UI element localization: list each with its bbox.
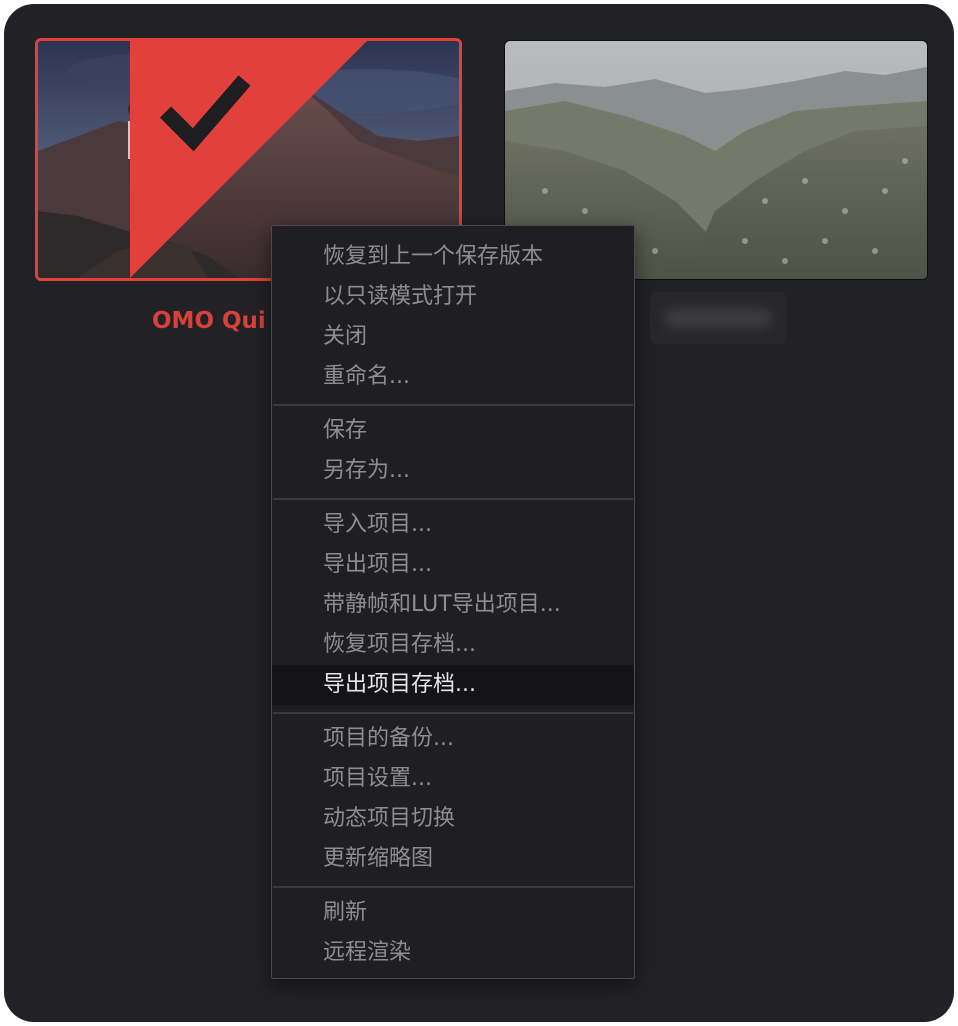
menu-item-project-settings[interactable]: 项目设置... bbox=[272, 759, 634, 799]
menu-item-refresh[interactable]: 刷新 bbox=[272, 893, 634, 933]
menu-item-dynamic-project-switching[interactable]: 动态项目切换 bbox=[272, 799, 634, 839]
menu-separator bbox=[273, 498, 633, 500]
menu-item-rename[interactable]: 重命名... bbox=[272, 357, 634, 397]
redaction-blur bbox=[664, 308, 772, 328]
menu-separator bbox=[273, 886, 633, 888]
menu-item-restore-archive[interactable]: 恢复项目存档... bbox=[272, 625, 634, 665]
menu-item-export-project[interactable]: 导出项目... bbox=[272, 545, 634, 585]
menu-item-close[interactable]: 关闭 bbox=[272, 317, 634, 357]
project-manager-panel: OMO Qui 恢复到上一个保存版本 以只读模式打开 关闭 重命名... 保存 … bbox=[4, 4, 954, 1022]
menu-item-export-with-stills-luts[interactable]: 带静帧和LUT导出项目... bbox=[272, 585, 634, 625]
project-name-2-blurred[interactable] bbox=[650, 292, 786, 344]
menu-separator bbox=[273, 712, 633, 714]
project-name-1[interactable]: OMO Qui bbox=[152, 308, 266, 334]
menu-item-open-read-only[interactable]: 以只读模式打开 bbox=[272, 277, 634, 317]
menu-item-project-backups[interactable]: 项目的备份... bbox=[272, 719, 634, 759]
menu-item-export-archive[interactable]: 导出项目存档... bbox=[272, 665, 634, 705]
menu-item-update-thumbnails[interactable]: 更新缩略图 bbox=[272, 839, 634, 879]
project-context-menu: 恢复到上一个保存版本 以只读模式打开 关闭 重命名... 保存 另存为... 导… bbox=[271, 225, 635, 979]
menu-item-revert-to-last-saved[interactable]: 恢复到上一个保存版本 bbox=[272, 237, 634, 277]
menu-item-save[interactable]: 保存 bbox=[272, 411, 634, 451]
menu-separator bbox=[273, 404, 633, 406]
menu-item-remote-rendering[interactable]: 远程渲染 bbox=[272, 933, 634, 973]
menu-item-save-as[interactable]: 另存为... bbox=[272, 451, 634, 491]
menu-item-import-project[interactable]: 导入项目... bbox=[272, 505, 634, 545]
